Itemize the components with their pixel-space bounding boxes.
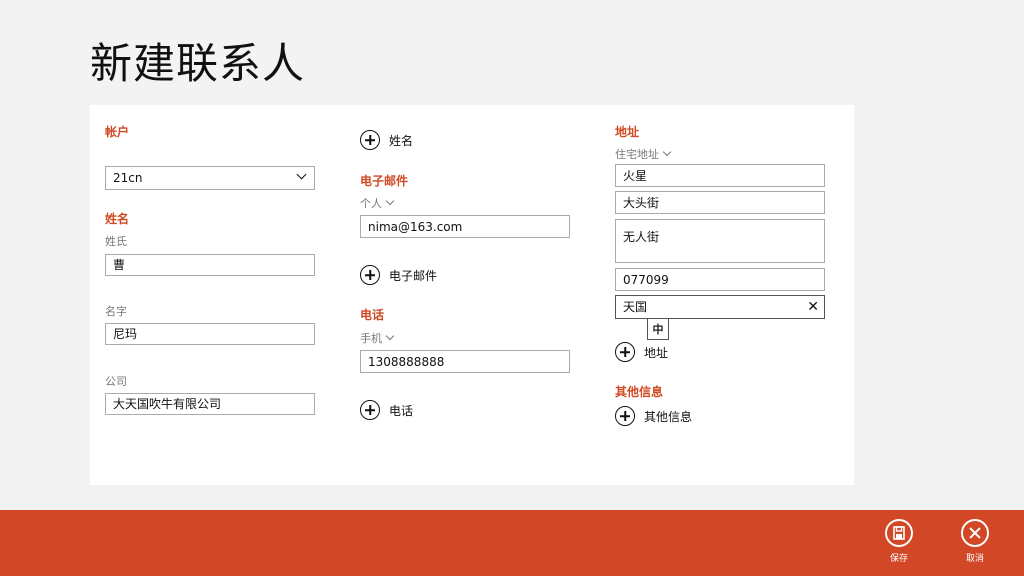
postal-code-field[interactable]: 077099 bbox=[615, 268, 825, 291]
phone-type-dropdown[interactable]: 手机 bbox=[360, 330, 393, 346]
given-name-field[interactable]: 尼玛 bbox=[105, 323, 315, 345]
surname-label: 姓氏 bbox=[105, 235, 127, 248]
save-icon bbox=[885, 519, 913, 547]
surname-field[interactable]: 曹 bbox=[105, 254, 315, 276]
chevron-down-icon bbox=[296, 169, 307, 180]
add-other-info-button[interactable]: 其他信息 bbox=[615, 406, 692, 426]
phone-section-label: 电话 bbox=[360, 308, 385, 322]
plus-circle-icon bbox=[360, 130, 380, 150]
add-address-label: 地址 bbox=[644, 345, 669, 360]
cancel-button[interactable]: 取消 bbox=[950, 519, 1000, 564]
company-label: 公司 bbox=[105, 375, 127, 388]
account-section-label: 帐户 bbox=[105, 125, 130, 139]
add-email-label: 电子邮件 bbox=[389, 268, 438, 283]
address-line1-field[interactable]: 火星 bbox=[615, 164, 825, 187]
add-other-info-label: 其他信息 bbox=[644, 409, 693, 424]
address-line2-field[interactable]: 大头街 bbox=[615, 191, 825, 214]
add-phone-label: 电话 bbox=[389, 403, 414, 418]
plus-circle-icon bbox=[360, 400, 380, 420]
email-section-label: 电子邮件 bbox=[360, 174, 409, 188]
given-name-label: 名字 bbox=[105, 305, 127, 318]
add-email-button[interactable]: 电子邮件 bbox=[360, 265, 437, 285]
page-title: 新建联系人 bbox=[90, 39, 306, 88]
cancel-label: 取消 bbox=[965, 554, 984, 564]
plus-circle-icon bbox=[615, 406, 635, 426]
account-select[interactable]: 21cn bbox=[105, 166, 315, 190]
company-field[interactable]: 大天国吹牛有限公司 bbox=[105, 393, 315, 415]
save-button[interactable]: 保存 bbox=[874, 519, 924, 564]
phone-field[interactable]: 1308888888 bbox=[360, 350, 570, 373]
add-name-label: 姓名 bbox=[389, 133, 414, 148]
country-field-value: 天国 bbox=[623, 300, 648, 314]
add-name-button[interactable]: 姓名 bbox=[360, 130, 413, 150]
add-phone-button[interactable]: 电话 bbox=[360, 400, 413, 420]
plus-circle-icon bbox=[360, 265, 380, 285]
plus-circle-icon bbox=[615, 342, 635, 362]
email-field[interactable]: nima@163.com bbox=[360, 215, 570, 238]
ime-indicator[interactable]: 中 bbox=[647, 318, 669, 340]
address-type-dropdown[interactable]: 住宅地址 bbox=[615, 146, 670, 162]
country-field[interactable]: 天国 ✕ bbox=[615, 295, 825, 319]
clear-icon[interactable]: ✕ bbox=[807, 296, 819, 318]
name-section-label: 姓名 bbox=[105, 212, 130, 226]
add-address-button[interactable]: 地址 bbox=[615, 342, 668, 362]
cancel-icon bbox=[961, 519, 989, 547]
other-info-section-label: 其他信息 bbox=[615, 385, 664, 399]
account-select-value: 21cn bbox=[113, 171, 143, 185]
save-label: 保存 bbox=[889, 554, 908, 564]
address-section-label: 地址 bbox=[615, 125, 640, 139]
address-line3-field[interactable]: 无人街 bbox=[615, 219, 825, 263]
app-bar: 保存 取消 bbox=[0, 510, 1024, 576]
email-type-dropdown[interactable]: 个人 bbox=[360, 195, 393, 211]
